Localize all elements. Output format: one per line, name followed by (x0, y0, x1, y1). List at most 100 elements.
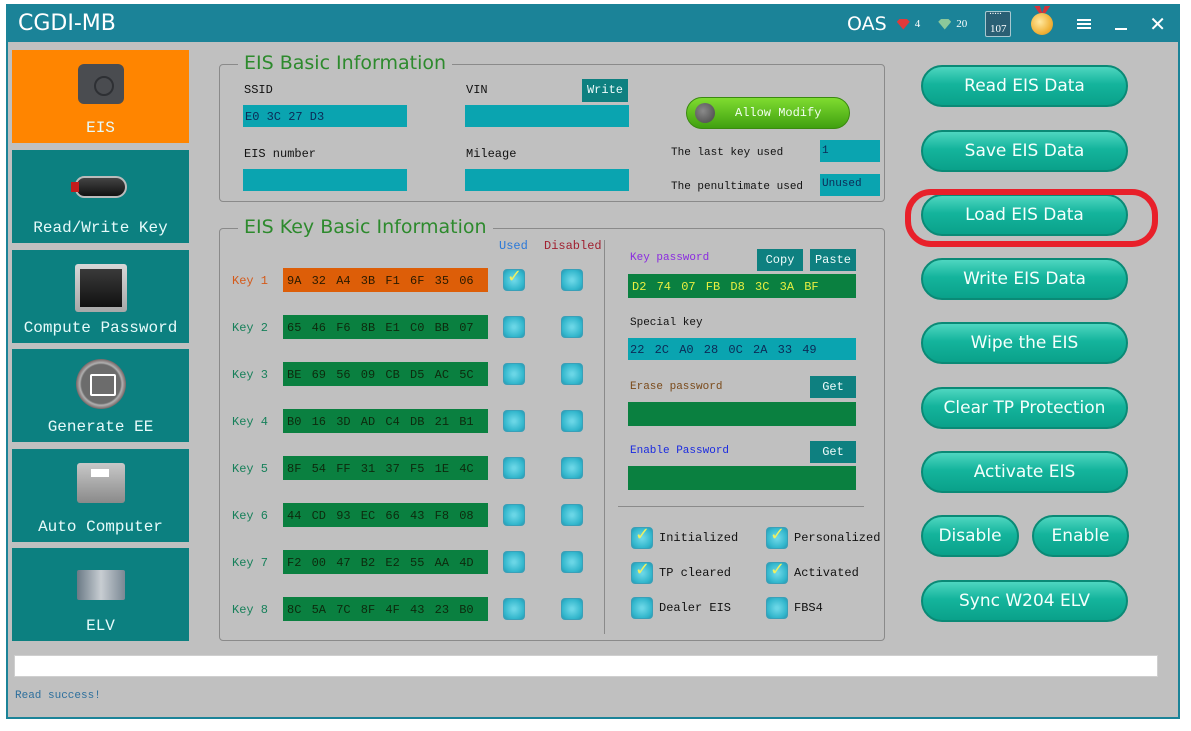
key-disabled-checkbox[interactable] (561, 551, 583, 573)
sidebar-item-read-write-key[interactable]: Read/Write Key (12, 150, 189, 243)
check-icon: ✓ (507, 266, 523, 287)
erase-password-field[interactable] (628, 402, 856, 426)
key-value-field[interactable]: 44 CD 93 EC 66 43 F8 08 (283, 503, 488, 527)
erase-password-get-button[interactable]: Get (810, 376, 856, 398)
disabled-column-header: Disabled (544, 239, 602, 253)
menu-icon[interactable] (1077, 19, 1092, 29)
key-value-field[interactable]: BE 69 56 09 CB D5 AC 5C (283, 362, 488, 386)
flag-checkbox[interactable]: ✓ (631, 524, 653, 549)
flag-checkbox[interactable]: ✓ (766, 524, 788, 549)
wipe-eis-button[interactable]: Wipe the EIS (921, 322, 1128, 364)
key-label: Key 1 (232, 274, 269, 288)
binary-screen-icon (74, 264, 127, 312)
key-used-checkbox[interactable] (503, 363, 525, 385)
key-value-field[interactable]: 8F 54 FF 31 37 F5 1E 4C (283, 456, 488, 480)
key-value-field[interactable]: 9A 32 A4 3B F1 6F 35 06 (283, 268, 488, 292)
key-disabled-checkbox[interactable] (561, 504, 583, 526)
minimize-icon[interactable] (1115, 28, 1128, 30)
flag-label: FBS4 (794, 601, 823, 615)
key-password-field[interactable]: D2 74 07 FB D8 3C 3A BF (628, 274, 856, 298)
key-label: Key 8 (232, 603, 269, 617)
penultimate-field: Unused (820, 174, 880, 196)
sidebar-item-label: EIS (86, 119, 115, 137)
flag-checkbox[interactable]: ✓ (631, 559, 653, 584)
eis-basic-info-group: EIS Basic Information SSID E0 3C 27 D3 V… (219, 52, 885, 202)
sidebar-item-eis[interactable]: EIS (12, 50, 189, 143)
penultimate-label: The penultimate used (671, 181, 804, 193)
red-gem-icon (896, 18, 910, 30)
key-value-field[interactable]: 65 46 F6 8B E1 C0 BB 07 (283, 315, 488, 339)
key-disabled-checkbox[interactable] (561, 598, 583, 620)
key-used-checkbox[interactable] (503, 410, 525, 432)
status-message: Read success! (15, 690, 101, 702)
flag-checkbox[interactable] (631, 597, 653, 619)
vertical-divider (604, 240, 605, 634)
key-used-checkbox[interactable] (503, 504, 525, 526)
key-used-checkbox[interactable] (503, 551, 525, 573)
key-disabled-checkbox[interactable] (561, 363, 583, 385)
sidebar-item-elv[interactable]: ELV (12, 548, 189, 641)
sidebar-item-label: Auto Computer (38, 518, 163, 536)
save-eis-data-button[interactable]: Save EIS Data (921, 130, 1128, 172)
allow-modify-toggle[interactable]: Allow Modify (686, 97, 850, 129)
key-label: Key 6 (232, 509, 269, 523)
flag-checkbox[interactable]: ✓ (766, 559, 788, 584)
write-vin-button[interactable]: Write (582, 79, 628, 102)
check-icon: ✓ (635, 559, 651, 580)
last-key-label: The last key used (671, 147, 784, 159)
read-eis-data-button[interactable]: Read EIS Data (921, 65, 1128, 107)
key-value-field[interactable]: 8C 5A 7C 8F 4F 43 23 B0 (283, 597, 488, 621)
sidebar-item-label: Read/Write Key (33, 219, 168, 237)
mileage-field[interactable] (465, 169, 629, 191)
key-value-field[interactable]: B0 16 3D AD C4 DB 21 B1 (283, 409, 488, 433)
special-key-label: Special key (630, 317, 703, 329)
progress-bar (14, 655, 1158, 677)
check-icon: ✓ (770, 559, 786, 580)
clear-tp-protection-button[interactable]: Clear TP Protection (921, 387, 1128, 429)
key-disabled-checkbox[interactable] (561, 410, 583, 432)
key-disabled-checkbox[interactable] (561, 457, 583, 479)
eis-number-field[interactable] (243, 169, 407, 191)
key-label: Key 7 (232, 556, 269, 570)
sidebar-item-compute-password[interactable]: Compute Password (12, 250, 189, 343)
red-gem-counter: 4 (896, 18, 921, 30)
sidebar-item-generate-ee[interactable]: Generate EE (12, 349, 189, 442)
sync-w204-elv-button[interactable]: Sync W204 ELV (921, 580, 1128, 622)
group-title: EIS Basic Information (238, 52, 453, 74)
key-used-checkbox[interactable] (503, 598, 525, 620)
sidebar-item-label: Compute Password (23, 319, 178, 337)
mileage-label: Mileage (466, 147, 517, 161)
key-used-checkbox[interactable]: ✓ (503, 266, 525, 291)
ssid-label: SSID (244, 83, 273, 97)
account-name[interactable]: OAS (847, 13, 887, 35)
enable-password-get-button[interactable]: Get (810, 441, 856, 463)
close-icon[interactable]: ✕ (1149, 14, 1166, 34)
activate-eis-button[interactable]: Activate EIS (921, 451, 1128, 493)
allow-modify-label: Allow Modify (735, 106, 822, 120)
ssid-field[interactable]: E0 3C 27 D3 (243, 105, 407, 127)
copy-button[interactable]: Copy (757, 249, 803, 271)
key-disabled-checkbox[interactable] (561, 316, 583, 338)
disable-button[interactable]: Disable (921, 515, 1019, 557)
paste-button[interactable]: Paste (810, 249, 856, 271)
flag-label: Personalized (794, 531, 881, 545)
key-disabled-checkbox[interactable] (561, 269, 583, 291)
vin-field[interactable] (465, 105, 629, 127)
medal-icon[interactable] (1031, 13, 1054, 35)
key-label: Key 3 (232, 368, 269, 382)
flag-label: Initialized (659, 531, 739, 545)
key-used-checkbox[interactable] (503, 316, 525, 338)
sidebar-item-auto-computer[interactable]: Auto Computer (12, 449, 189, 542)
red-gem-count: 4 (914, 18, 921, 30)
key-value-field[interactable]: F2 00 47 B2 E2 55 AA 4D (283, 550, 488, 574)
load-eis-data-button[interactable]: Load EIS Data (921, 194, 1128, 236)
check-icon: ✓ (635, 524, 651, 545)
calendar-icon[interactable]: 107 (985, 6, 1012, 37)
enable-password-field[interactable] (628, 466, 856, 490)
flag-checkbox[interactable] (766, 597, 788, 619)
write-eis-data-button[interactable]: Write EIS Data (921, 258, 1128, 300)
special-key-field[interactable]: 22 2C A0 28 0C 2A 33 49 (628, 338, 856, 360)
sidebar-item-label: Generate EE (47, 418, 154, 436)
key-used-checkbox[interactable] (503, 457, 525, 479)
enable-button[interactable]: Enable (1032, 515, 1129, 557)
